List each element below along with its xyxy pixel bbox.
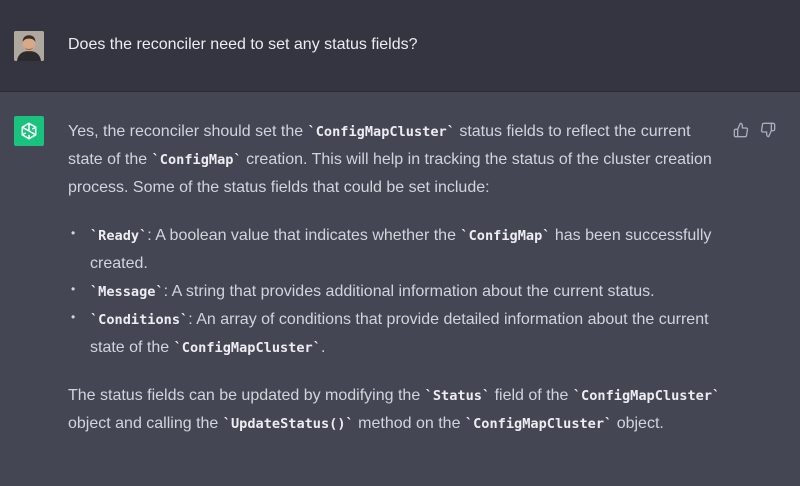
outro-code-configmapcluster-2: `ConfigMapCluster` — [464, 416, 613, 432]
openai-logo-icon — [14, 116, 44, 146]
user-message-text: Does the reconciler need to set any stat… — [68, 36, 418, 53]
bullet-text: . — [320, 339, 326, 356]
outro-text-3: object and calling the — [68, 415, 223, 432]
status-fields-list: `Ready`: A boolean value that indicates … — [68, 219, 728, 362]
bullet-code-ready: `Ready` — [90, 228, 148, 244]
user-photo — [14, 31, 44, 61]
bullet-text: : A string that provides additional info… — [163, 283, 655, 300]
outro-code-status: `Status` — [424, 388, 491, 404]
bullet-text: : A boolean value that indicates whether… — [147, 227, 461, 244]
intro-code-configmapcluster: `ConfigMapCluster` — [307, 124, 455, 140]
outro-code-updatestatus: `UpdateStatus()` — [222, 416, 354, 432]
thumbs-up-glyph — [733, 122, 749, 138]
bullet-code-message: `Message` — [90, 284, 164, 300]
thumbs-up-icon[interactable] — [731, 120, 751, 140]
outro-text-1: The status fields can be updated by modi… — [68, 387, 425, 404]
user-message-row: Does the reconciler need to set any stat… — [0, 7, 800, 92]
intro-code-configmap: `ConfigMap` — [151, 152, 242, 168]
openai-logo-shape — [21, 122, 37, 140]
bullet-code-conditions: `Conditions` — [90, 312, 189, 328]
intro-text-1: Yes, the reconciler should set the — [68, 123, 308, 140]
outro-text-2: field of the — [490, 387, 573, 404]
list-item-ready: `Ready`: A boolean value that indicates … — [68, 219, 728, 278]
thumbs-down-glyph — [760, 122, 776, 138]
list-item-message: `Message`: A string that provides additi… — [68, 275, 728, 306]
outro-text-5: object. — [612, 415, 664, 432]
assistant-message-content: Yes, the reconciler should set the `Conf… — [68, 118, 728, 438]
top-strip — [0, 0, 800, 7]
outro-code-configmapcluster: `ConfigMapCluster` — [572, 388, 721, 404]
user-avatar — [14, 31, 44, 61]
assistant-outro-paragraph: The status fields can be updated by modi… — [68, 382, 728, 438]
assistant-message-row: Yes, the reconciler should set the `Conf… — [0, 92, 800, 486]
thumbs-down-icon[interactable] — [758, 120, 778, 140]
outro-text-4: method on the — [353, 415, 465, 432]
assistant-intro-paragraph: Yes, the reconciler should set the `Conf… — [68, 118, 728, 202]
list-item-conditions: `Conditions`: An array of conditions tha… — [68, 303, 728, 362]
bullet-code-configmapcluster: `ConfigMapCluster` — [173, 340, 321, 356]
bullet-code-configmap: `ConfigMap` — [460, 228, 551, 244]
